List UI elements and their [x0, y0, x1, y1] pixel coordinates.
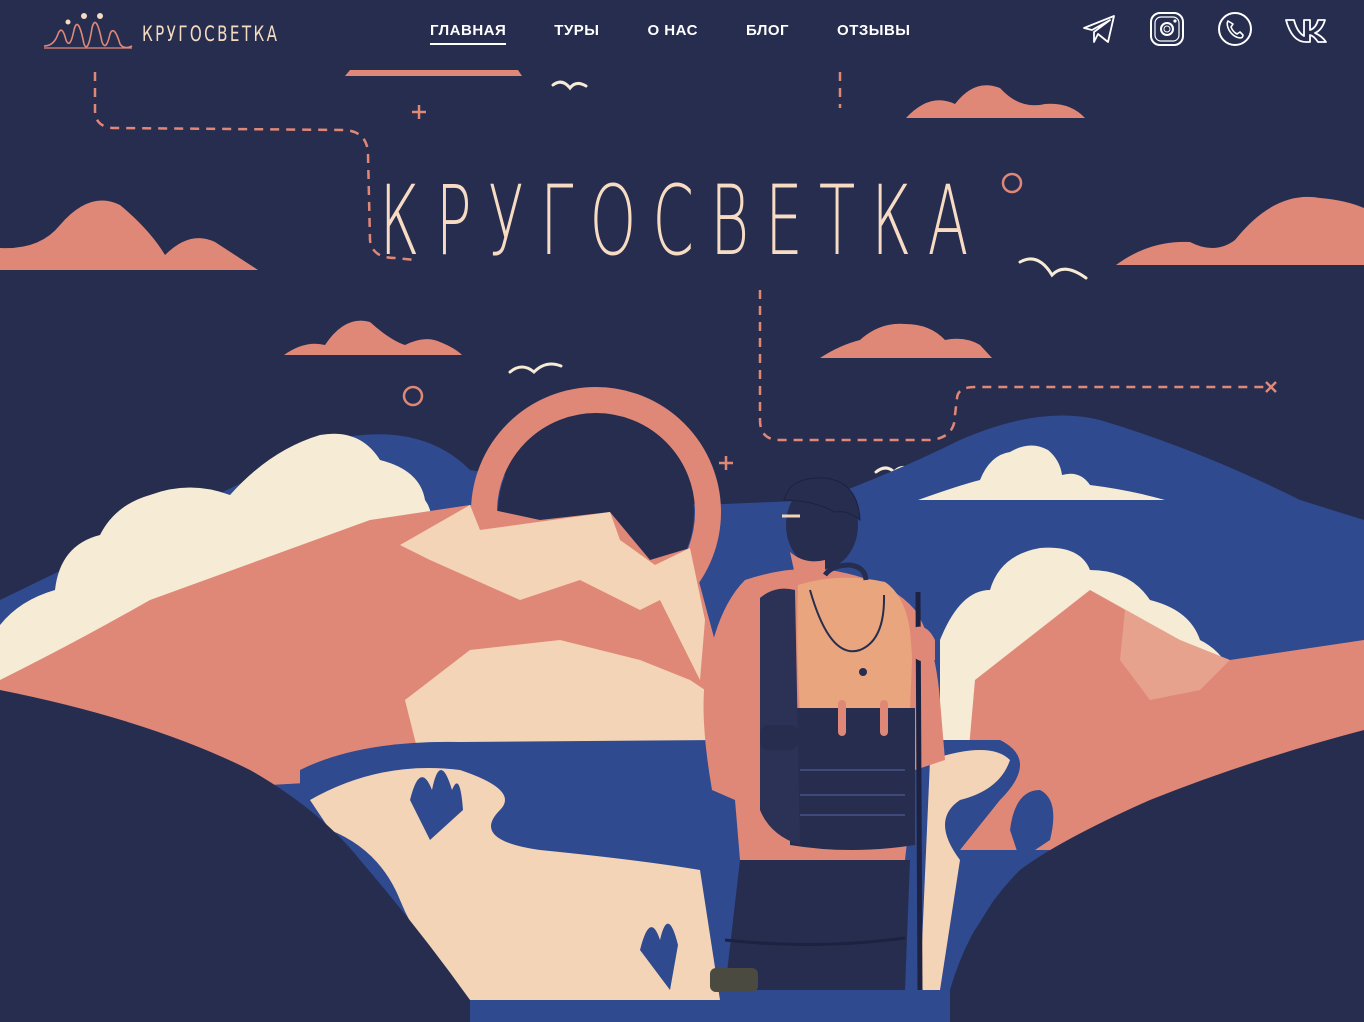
vk-icon[interactable]: [1284, 10, 1327, 48]
hero-title: КРУГОСВЕТКА: [379, 165, 985, 277]
telegram-icon[interactable]: [1080, 10, 1118, 48]
nav-item-reviews[interactable]: ОТЗЫВЫ: [837, 22, 910, 45]
site-logo[interactable]: КРУГОСВЕТКА: [42, 10, 314, 58]
site-header: КРУГОСВЕТКА ГЛАВНАЯ ТУРЫ О НАС БЛОГ ОТЗЫ…: [0, 0, 1364, 72]
phone-icon[interactable]: [1216, 10, 1254, 48]
nav-item-tours[interactable]: ТУРЫ: [554, 22, 599, 45]
instagram-icon[interactable]: [1148, 10, 1186, 48]
main-nav: ГЛАВНАЯ ТУРЫ О НАС БЛОГ ОТЗЫВЫ: [430, 22, 910, 45]
logo-text: КРУГОСВЕТКА: [142, 22, 280, 46]
logo-icon: [43, 13, 133, 49]
hero-illustration: [0, 0, 1364, 1022]
nav-item-blog[interactable]: БЛОГ: [746, 22, 789, 45]
nav-item-about[interactable]: О НАС: [647, 22, 697, 45]
nav-item-home[interactable]: ГЛАВНАЯ: [430, 22, 507, 45]
social-links: [1080, 10, 1327, 48]
